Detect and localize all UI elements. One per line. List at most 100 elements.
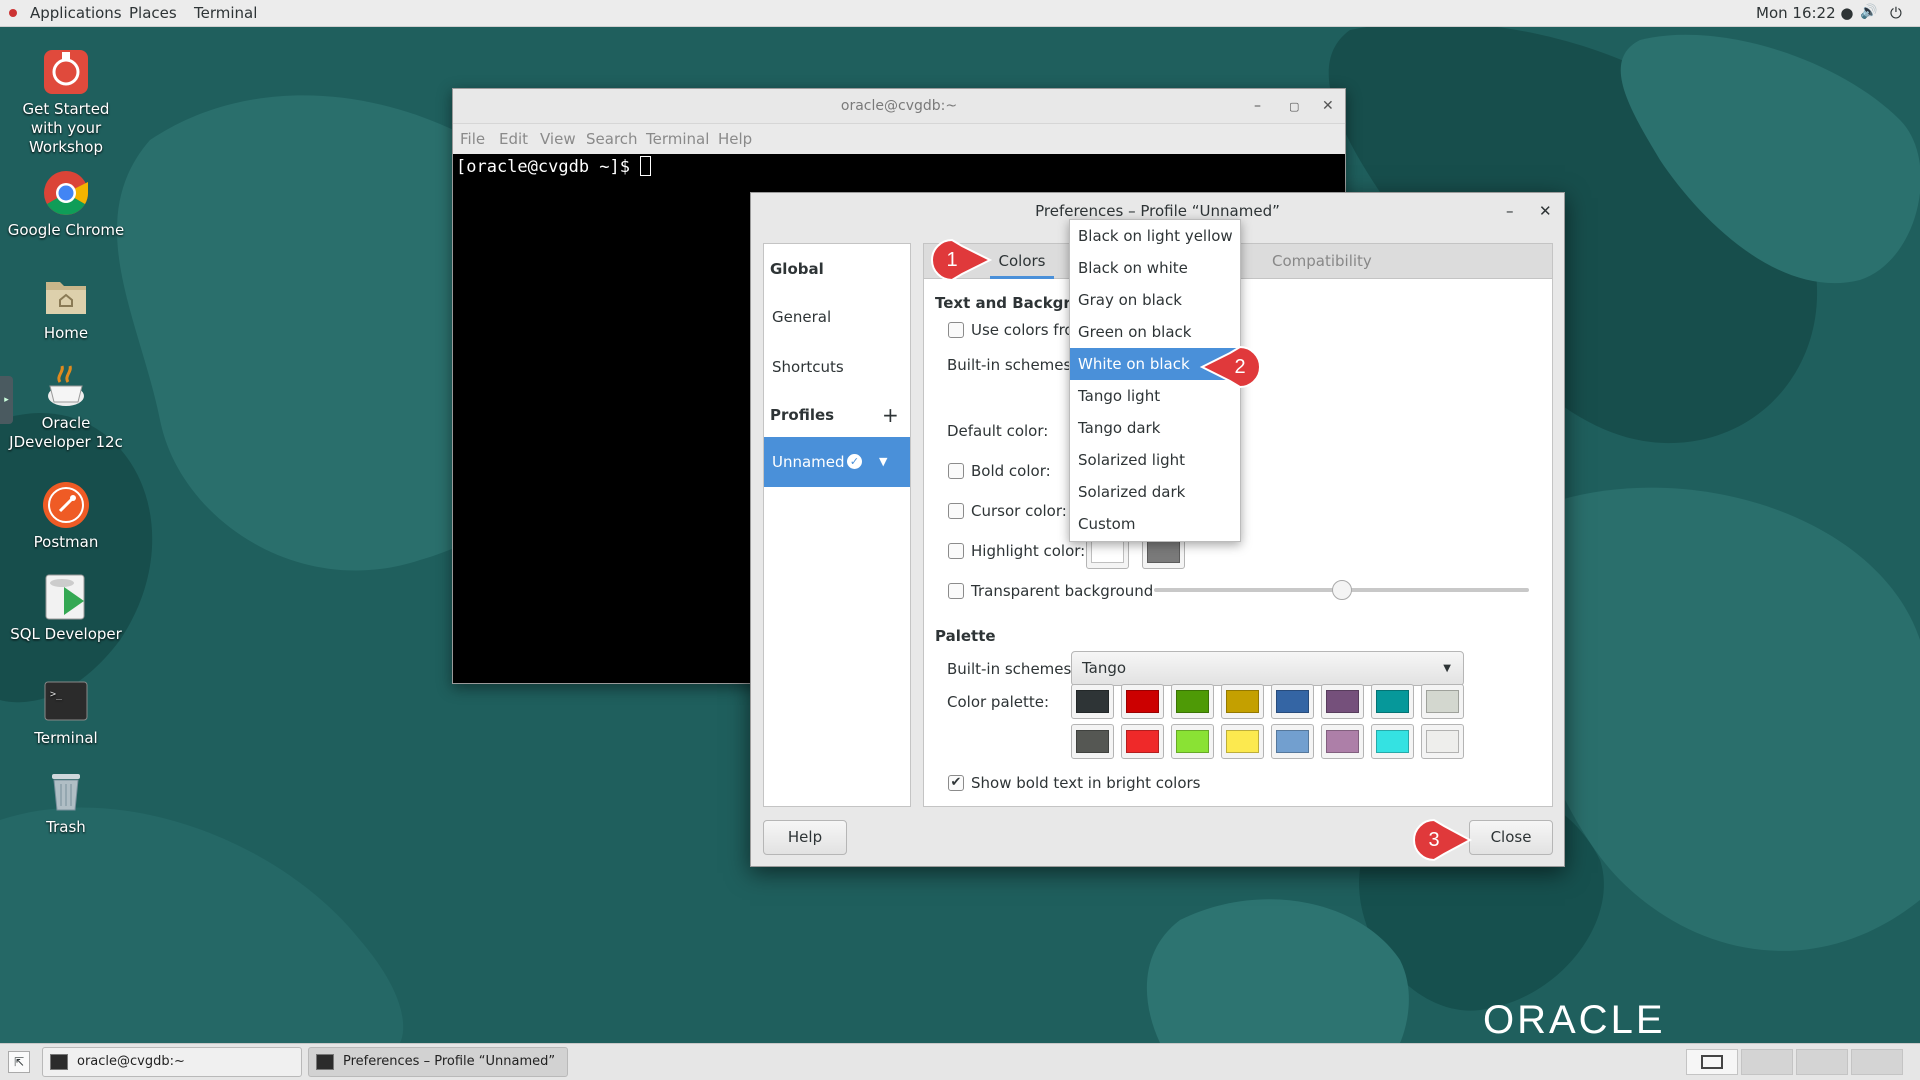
highlight-color-checkbox[interactable] <box>948 543 964 559</box>
trash-icon <box>42 766 90 814</box>
desktop-icon-home[interactable]: Home <box>6 272 126 343</box>
terminal-icon <box>316 1054 334 1070</box>
scheme-option[interactable]: Solarized light <box>1070 444 1240 476</box>
palette-color-swatch[interactable] <box>1371 684 1414 719</box>
swatch-fill <box>1226 690 1259 713</box>
menu-file[interactable]: File <box>460 130 485 148</box>
jdeveloper-icon <box>42 362 90 410</box>
applications-icon <box>9 9 17 17</box>
workspace-3[interactable] <box>1796 1049 1848 1075</box>
scheme-option[interactable]: Solarized dark <box>1070 476 1240 508</box>
palette-color-swatch[interactable] <box>1121 684 1164 719</box>
sidebar-general[interactable]: General <box>764 292 910 342</box>
profile-menu-chevron-icon[interactable]: ▼ <box>879 437 887 487</box>
swatch-fill <box>1226 730 1259 753</box>
volume-icon[interactable]: 🔊 <box>1860 4 1877 20</box>
desktop-icon-trash[interactable]: Trash <box>6 766 126 837</box>
workspace-window-icon <box>1701 1055 1723 1069</box>
desktop-icon-chrome[interactable]: Google Chrome <box>6 169 126 240</box>
default-color-label: Default color: <box>947 422 1049 440</box>
terminal-output[interactable]: [oracle@cvgdb ~]$ <box>453 154 1345 179</box>
help-button[interactable]: Help <box>763 820 847 855</box>
dialog-close-button[interactable]: ✕ <box>1539 193 1552 229</box>
palette-color-swatch[interactable] <box>1071 684 1114 719</box>
swatch-fill <box>1326 730 1359 753</box>
palette-color-swatch[interactable] <box>1421 724 1464 759</box>
close-window-button[interactable]: ✕ <box>1322 89 1334 124</box>
builtin-schemes-dropdown[interactable]: Black on light yellow Black on white Gra… <box>1069 219 1241 542</box>
terminal-titlebar[interactable]: oracle@cvgdb:~ – ▢ ✕ <box>453 89 1345 124</box>
menu-help[interactable]: Help <box>718 130 752 148</box>
palette-color-swatch[interactable] <box>1421 684 1464 719</box>
menu-search[interactable]: Search <box>586 130 638 148</box>
desktop-icon-workshop[interactable]: Get Started with your Workshop <box>6 48 126 157</box>
chrome-icon <box>42 169 90 217</box>
top-panel: Applications Places Terminal Mon 16:22 ●… <box>0 0 1920 27</box>
scheme-option[interactable]: Black on white <box>1070 252 1240 284</box>
transparent-background-checkbox[interactable] <box>948 583 964 599</box>
menu-terminal[interactable]: Terminal <box>646 130 709 148</box>
palette-color-swatch[interactable] <box>1071 724 1114 759</box>
transparency-slider[interactable] <box>1154 580 1529 600</box>
swatch-fill <box>1276 730 1309 753</box>
power-icon[interactable]: ⏻ <box>1890 4 1902 22</box>
transparent-background-label: Transparent background <box>971 582 1154 600</box>
cursor-color-checkbox[interactable] <box>948 503 964 519</box>
workspace-2[interactable] <box>1741 1049 1793 1075</box>
sidebar-global: Global <box>770 260 824 278</box>
scheme-option[interactable]: Black on light yellow <box>1070 220 1240 252</box>
workspace-4[interactable] <box>1851 1049 1903 1075</box>
use-system-colors-checkbox[interactable] <box>948 322 964 338</box>
desktop-icon-sql-developer[interactable]: SQL Developer <box>6 573 126 644</box>
bold-bright-checkbox[interactable]: ✔ <box>948 775 964 791</box>
dialog-minimize-button[interactable]: – <box>1506 193 1514 229</box>
callout-number: 2 <box>1234 356 1246 378</box>
places-menu[interactable]: Places <box>129 4 177 22</box>
desktop-icon-postman[interactable]: Postman <box>6 481 126 552</box>
palette-color-swatch[interactable] <box>1371 724 1414 759</box>
sql-developer-icon <box>42 573 90 621</box>
scheme-option[interactable]: Green on black <box>1070 316 1240 348</box>
taskbar-item-preferences[interactable]: Preferences – Profile “Unnamed” <box>308 1047 568 1077</box>
bold-color-checkbox[interactable] <box>948 463 964 479</box>
scheme-option[interactable]: Gray on black <box>1070 284 1240 316</box>
palette-color-swatch[interactable] <box>1221 684 1264 719</box>
palette-color-swatch[interactable] <box>1321 724 1364 759</box>
scheme-option[interactable]: Tango dark <box>1070 412 1240 444</box>
swatch-fill <box>1176 730 1209 753</box>
palette-scheme-select[interactable]: Tango ▼ <box>1071 651 1464 686</box>
menu-edit[interactable]: Edit <box>499 130 528 148</box>
tab-compatibility[interactable]: Compatibility <box>1272 244 1372 279</box>
palette-color-swatch[interactable] <box>1171 724 1214 759</box>
palette-color-swatch[interactable] <box>1171 684 1214 719</box>
terminal-app-menu[interactable]: Terminal <box>194 4 257 22</box>
clock[interactable]: Mon 16:22 ● <box>1756 4 1853 22</box>
desktop-icon-terminal[interactable]: >_ Terminal <box>6 677 126 748</box>
workspace-1[interactable] <box>1686 1049 1738 1075</box>
applications-menu[interactable]: Applications <box>30 4 122 22</box>
add-profile-button[interactable]: + <box>882 390 899 440</box>
palette-color-swatch[interactable] <box>1121 724 1164 759</box>
desktop-icon-jdeveloper[interactable]: Oracle JDeveloper 12c <box>6 362 126 452</box>
sidebar-shortcuts[interactable]: Shortcuts <box>764 342 910 392</box>
menu-view[interactable]: View <box>540 130 576 148</box>
desktop-icon-label: Get Started with your Workshop <box>22 100 110 156</box>
palette-color-swatch[interactable] <box>1271 724 1314 759</box>
maximize-button[interactable]: ▢ <box>1289 89 1299 124</box>
scheme-option[interactable]: Tango light <box>1070 380 1240 412</box>
palette-color-swatch[interactable] <box>1221 724 1264 759</box>
taskbar-item-terminal[interactable]: oracle@cvgdb:~ <box>42 1047 302 1077</box>
palette-color-swatch[interactable] <box>1321 684 1364 719</box>
transparency-slider-knob[interactable] <box>1331 580 1352 600</box>
terminal-title: oracle@cvgdb:~ <box>840 98 958 114</box>
show-desktop-button[interactable]: ⇱ <box>8 1051 30 1073</box>
minimize-button[interactable]: – <box>1254 89 1261 124</box>
swatch-fill <box>1276 690 1309 713</box>
side-panel-handle[interactable]: ▸ <box>0 376 13 424</box>
scheme-option[interactable]: Custom <box>1070 508 1240 540</box>
terminal-menubar: File Edit View Search Terminal Help <box>453 124 1345 154</box>
palette-color-swatch[interactable] <box>1271 684 1314 719</box>
chevron-down-icon: ▼ <box>1443 663 1451 674</box>
desktop-icon-label: SQL Developer <box>10 625 122 643</box>
sidebar-item-unnamed[interactable]: Unnamed ✓ ▼ <box>764 437 910 487</box>
